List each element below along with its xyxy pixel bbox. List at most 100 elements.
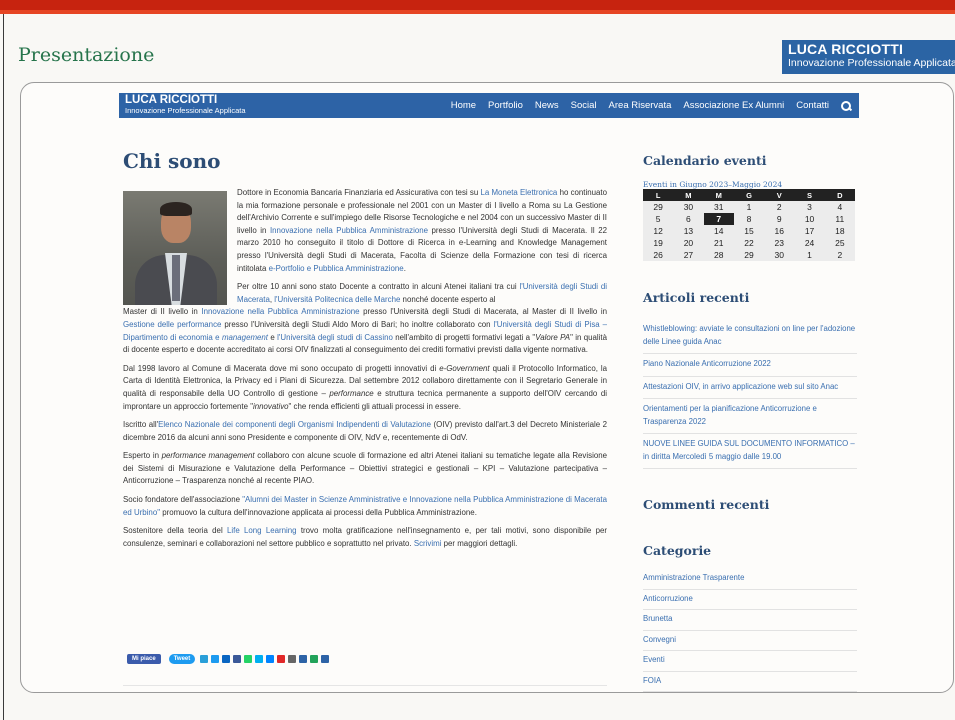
category-link[interactable]: Eventi	[643, 651, 857, 672]
nav-link-portfolio[interactable]: Portfolio	[488, 100, 523, 111]
article-link[interactable]: l'Università degli studi di Cassino	[277, 333, 393, 342]
calendar-day[interactable]: 7	[703, 213, 734, 225]
calendar-day[interactable]: 17	[794, 225, 825, 237]
calendar-day[interactable]: 20	[673, 237, 704, 249]
article-link[interactable]: La Moneta Elettronica	[480, 188, 557, 197]
calendar-day[interactable]: 25	[824, 237, 855, 249]
category-link[interactable]: Anticorruzione	[643, 590, 857, 610]
slide-title: Presentazione	[18, 44, 155, 66]
calendar-day[interactable]: 30	[673, 201, 704, 213]
copy-link-icon[interactable]	[299, 655, 308, 663]
calendar-day[interactable]: 13	[673, 225, 704, 237]
calendar-day[interactable]: 2	[764, 201, 795, 213]
recent-post-link[interactable]: NUOVE LINEE GUIDA SUL DOCUMENTO INFORMAT…	[643, 434, 857, 469]
nav-link-news[interactable]: News	[535, 100, 559, 111]
calendar-day[interactable]: 3	[794, 201, 825, 213]
calendar-day[interactable]: 12	[643, 225, 674, 237]
calendar-day[interactable]: 31	[703, 201, 734, 213]
calendar-day[interactable]: 15	[733, 225, 765, 237]
category-link[interactable]: Convegni	[643, 631, 857, 651]
calendar-day[interactable]: 18	[824, 225, 855, 237]
calendar-day[interactable]: 1	[733, 201, 765, 213]
recent-post-link[interactable]: Attestazioni OIV, in arrivo applicazione…	[643, 377, 857, 399]
body-text: Dal 1998 lavoro al Comune di Macerata do…	[123, 363, 440, 373]
body-text: per maggiori dettagli.	[441, 538, 518, 548]
recent-post-link[interactable]: Whistleblowing: avviate le consultazioni…	[643, 319, 857, 354]
article-paragraph-3: Dal 1998 lavoro al Comune di Macerata do…	[123, 363, 607, 413]
site-navbar: LUCA RICCIOTTI Innovazione Professionale…	[119, 93, 859, 118]
calendar-day[interactable]: 29	[643, 201, 674, 213]
article-link[interactable]: Innovazione nella Pubblica Amministrazio…	[201, 307, 359, 316]
calendar-day[interactable]: 16	[764, 225, 795, 237]
calendar-weekday: V	[764, 189, 795, 201]
calendar-day[interactable]: 27	[673, 249, 704, 261]
calendar-day[interactable]: 29	[733, 249, 765, 261]
sms-icon[interactable]	[310, 655, 319, 663]
article-link[interactable]: e-Portfolio e Pubblica Amministrazione	[269, 264, 404, 273]
top-bar-accent	[0, 10, 955, 14]
calendar-day[interactable]: 30	[764, 249, 795, 261]
emphasis-text: performance	[329, 388, 374, 398]
calendar-day[interactable]: 24	[794, 237, 825, 249]
calendar-weekday: M	[703, 189, 734, 201]
tweet-button[interactable]: Tweet	[168, 654, 196, 664]
calendar-day[interactable]: 8	[733, 213, 765, 225]
calendar-day[interactable]: 22	[733, 237, 765, 249]
calendar-day[interactable]: 2	[824, 249, 855, 261]
recent-post-link[interactable]: Piano Nazionale Anticorruzione 2022	[643, 354, 857, 377]
calendar-day[interactable]: 21	[703, 237, 734, 249]
calendar-weekday: S	[794, 189, 825, 201]
telegram-icon[interactable]	[200, 655, 209, 663]
share-plus-icon[interactable]	[321, 655, 330, 663]
facebook-like-button[interactable]: Mi piace	[127, 654, 161, 664]
whatsapp-icon[interactable]	[244, 655, 253, 663]
emphasis-text: innovativo	[253, 401, 289, 411]
calendar-day[interactable]: 10	[794, 213, 825, 225]
article-paragraph-5: Esperto in performance management collab…	[123, 450, 607, 488]
skype-icon[interactable]	[255, 655, 264, 663]
article-link[interactable]: Life Long Learning	[227, 526, 297, 535]
article-link[interactable]: management	[222, 333, 268, 342]
recent-post-link[interactable]: Orientamenti per la pianificazione Antic…	[643, 399, 857, 434]
facebook-icon[interactable]	[233, 655, 242, 663]
article-link[interactable]: Gestione delle performance	[123, 320, 221, 329]
search-icon[interactable]	[841, 100, 851, 111]
calendar-caption[interactable]: Eventi in Giugno 2023–Maggio 2024	[643, 180, 782, 189]
body-text: Dottore in Economia Bancaria Finanziaria…	[237, 188, 481, 197]
slide-brand-logo: LUCA RICCIOTTI Innovazione Professionale…	[782, 40, 955, 74]
calendar-day[interactable]: 5	[643, 213, 674, 225]
email-icon[interactable]	[288, 655, 297, 663]
calendar-day[interactable]: 19	[643, 237, 674, 249]
category-link[interactable]: FOIA	[643, 672, 857, 692]
body-text: Sostenitore della teoria del	[123, 526, 227, 536]
messenger-icon[interactable]	[266, 655, 275, 663]
category-link[interactable]: Brunetta	[643, 610, 857, 631]
nav-link-area-riservata[interactable]: Area Riservata	[609, 100, 672, 111]
nav-link-contatti[interactable]: Contatti	[796, 100, 829, 111]
article-link[interactable]: Elenco Nazionale dei componenti degli Or…	[158, 420, 431, 429]
nav-link-social[interactable]: Social	[571, 100, 597, 111]
nav-link-associazione-ex-alumni[interactable]: Associazione Ex Alumni	[683, 100, 784, 111]
calendar-day[interactable]: 28	[703, 249, 734, 261]
calendar-day[interactable]: 11	[824, 213, 855, 225]
calendar-day[interactable]: 26	[643, 249, 674, 261]
article-link[interactable]: l'Università Politecnica delle Marche	[274, 295, 400, 304]
article-link[interactable]: Scrivimi	[414, 539, 442, 548]
calendar-day[interactable]: 4	[824, 201, 855, 213]
nav-link-home[interactable]: Home	[451, 100, 476, 111]
calendar-day[interactable]: 6	[673, 213, 704, 225]
emphasis-text: performance management	[161, 451, 255, 461]
calendar-day[interactable]: 1	[794, 249, 825, 261]
article-paragraph-2b: Master di II livello in Innovazione nell…	[123, 306, 607, 356]
calendar-day[interactable]: 14	[703, 225, 734, 237]
linkedin-icon[interactable]	[222, 655, 231, 663]
calendar-day[interactable]: 9	[764, 213, 795, 225]
calendar-day[interactable]: 23	[764, 237, 795, 249]
twitter-icon[interactable]	[211, 655, 220, 663]
site-logo[interactable]: LUCA RICCIOTTI Innovazione Professionale…	[125, 94, 246, 115]
category-link[interactable]: Amministrazione Trasparente	[643, 569, 857, 590]
article-paragraph-6: Socio fondatore dell'associazione "Alumn…	[123, 494, 607, 519]
slide-brand-tagline: Innovazione Professionale Applicata	[788, 57, 955, 69]
flipboard-icon[interactable]	[277, 655, 286, 663]
article-link[interactable]: Innovazione nella Pubblica Amministrazio…	[270, 226, 428, 235]
